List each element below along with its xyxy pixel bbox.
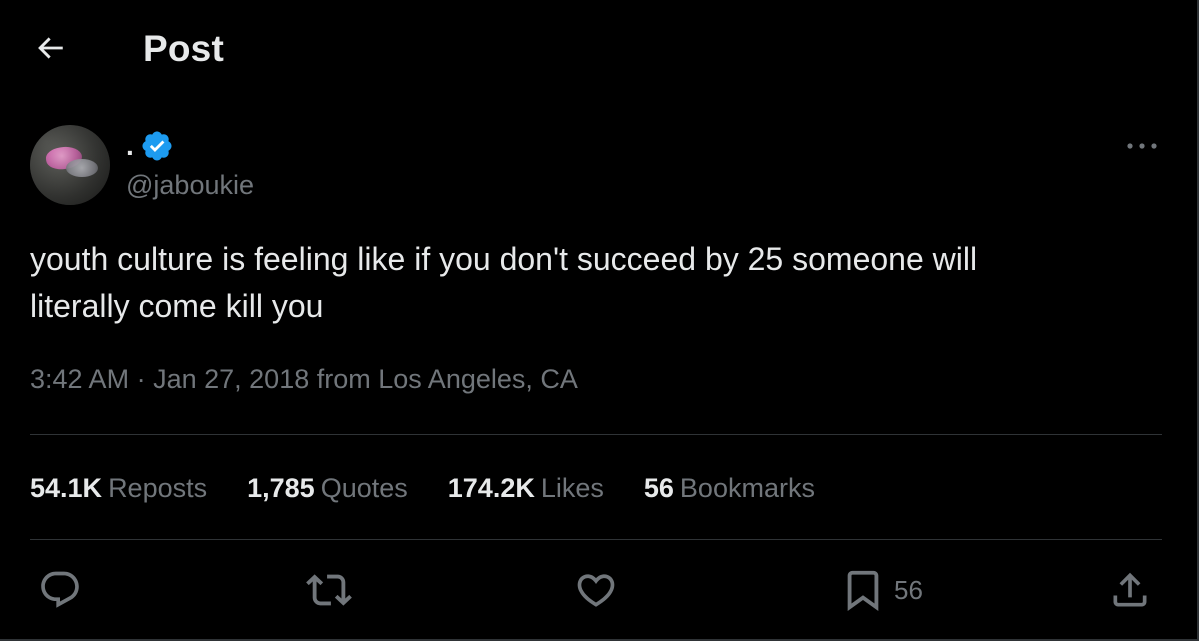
stat-value: 56 [643, 472, 674, 503]
back-button[interactable] [28, 26, 72, 70]
stat-quotes[interactable]: 1,785 Quotes [247, 473, 408, 504]
bookmark-button[interactable]: 56 [840, 566, 923, 614]
tweet-text: youth culture is feeling like if you don… [30, 241, 978, 324]
stat-label: Likes [540, 472, 604, 503]
stat-label: Bookmarks [679, 472, 815, 503]
more-dots-icon [1127, 143, 1157, 149]
engagement-stats: 54.1K Reposts 1,785 Quotes 174.2K Likes 56 B… [30, 470, 855, 506]
stat-label: Reposts [108, 472, 208, 503]
tweet-date[interactable]: Jan 27, 2018 [153, 364, 309, 394]
stat-likes[interactable]: 174.2K Likes [448, 473, 604, 504]
author-name-row[interactable]: . [126, 128, 174, 164]
display-name[interactable]: . [126, 132, 134, 160]
tweet-time[interactable]: 3:42 AM [30, 364, 129, 394]
page-header: Post [0, 0, 1197, 96]
tweet-location[interactable]: Los Angeles, CA [378, 364, 578, 394]
location-prefix: from [316, 364, 371, 394]
bookmark-icon [847, 570, 879, 611]
like-button[interactable] [574, 566, 618, 614]
post-page: Post . @jaboukie youth culture is feelin… [0, 0, 1199, 641]
author-handle[interactable]: @jaboukie [126, 170, 254, 201]
page-title: Post [143, 28, 224, 69]
more-options-button[interactable] [1120, 128, 1164, 164]
stat-reposts[interactable]: 54.1K Reposts [30, 473, 207, 504]
share-button[interactable] [1108, 566, 1152, 614]
avatar[interactable] [30, 125, 110, 205]
heart-icon [577, 574, 615, 607]
share-icon [1113, 572, 1147, 607]
stat-bookmarks[interactable]: 56 Bookmarks [644, 473, 815, 504]
arrow-left-icon [38, 37, 63, 59]
bookmark-count: 56 [894, 574, 923, 605]
meta-separator: · [136, 364, 146, 394]
tweet-meta: 3:42 AM · Jan 27, 2018 from Los Angeles,… [30, 364, 578, 395]
reply-icon [41, 571, 79, 608]
stat-value: 54.1K [30, 472, 103, 503]
verified-badge-icon[interactable] [140, 129, 174, 163]
reply-button[interactable] [38, 566, 82, 614]
divider [30, 539, 1162, 540]
divider [30, 434, 1162, 435]
repost-icon [306, 574, 352, 606]
stat-label: Quotes [320, 472, 408, 503]
stat-value: 1,785 [247, 472, 315, 503]
stat-value: 174.2K [447, 472, 535, 503]
repost-button[interactable] [306, 566, 352, 614]
avatar-shade [30, 125, 110, 205]
